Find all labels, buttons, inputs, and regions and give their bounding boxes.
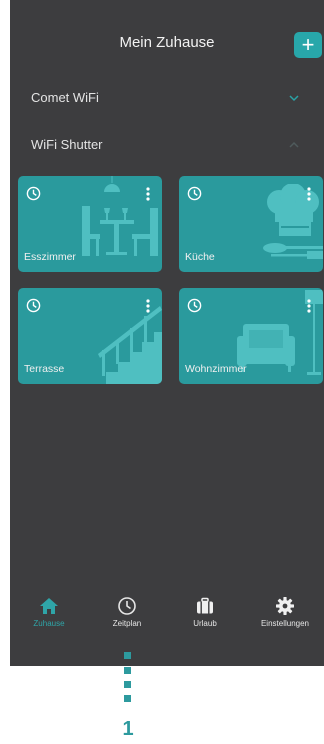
room-tile-terrasse[interactable]: Terrasse [18,288,162,384]
clock-icon[interactable] [187,186,202,201]
group-label: Comet WiFi [31,90,99,105]
room-label: Wohnzimmer [185,363,247,375]
room-tile-esszimmer[interactable]: Esszimmer [18,176,162,272]
clock-icon[interactable] [187,298,202,313]
group-label: WiFi Shutter [31,137,103,152]
gear-icon [276,597,294,615]
room-tile-kueche[interactable]: Küche [179,176,323,272]
callout-number: 1 [122,718,134,740]
chevron-up-icon [289,141,299,148]
stairs-icon [98,306,162,384]
callout-dotted-line [124,652,131,702]
bottom-nav: Zuhause Zeitplan Urlaub Einstellungen [10,590,324,642]
app-screen: Mein Zuhause + Comet WiFi WiFi Shutter E… [10,0,324,666]
nav-label: Zeitplan [112,619,142,628]
chevron-down-icon [289,95,299,102]
nav-item-zeitplan[interactable]: Zeitplan [88,590,166,628]
page-title: Mein Zuhause [119,34,215,51]
clock-icon[interactable] [26,298,41,313]
clock-icon [118,597,136,615]
more-vertical-icon[interactable] [307,187,311,201]
more-vertical-icon[interactable] [307,299,311,313]
group-comet-wifi[interactable]: Comet WiFi [31,90,306,112]
nav-item-urlaub[interactable]: Urlaub [166,590,244,628]
room-label: Esszimmer [24,251,76,263]
add-button[interactable]: + [294,32,322,58]
nav-label: Einstellungen [260,619,310,628]
more-vertical-icon[interactable] [146,187,150,201]
room-tile-wohnzimmer[interactable]: Wohnzimmer [179,288,323,384]
clock-icon[interactable] [26,186,41,201]
nav-label: Zuhause [33,619,65,628]
group-wifi-shutter[interactable]: WiFi Shutter [31,137,306,159]
nav-item-zuhause[interactable]: Zuhause [10,590,88,628]
room-label: Küche [185,251,215,263]
nav-label: Urlaub [193,619,217,628]
kitchen-icon [263,184,323,259]
more-vertical-icon[interactable] [146,299,150,313]
nav-item-einstellungen[interactable]: Einstellungen [246,590,324,628]
home-icon [40,598,58,614]
suitcase-icon [197,597,213,614]
room-label: Terrasse [24,363,65,375]
